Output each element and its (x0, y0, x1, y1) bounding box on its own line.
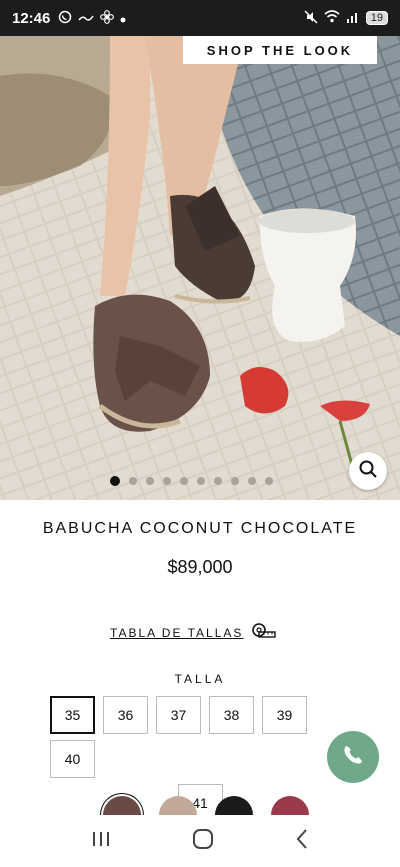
carousel-dot[interactable] (146, 477, 154, 485)
size-guide-label: TABLA DE TALLAS (110, 625, 244, 640)
signal-icon (346, 11, 360, 26)
whatsapp-icon (58, 10, 72, 27)
carousel-dot[interactable] (129, 477, 137, 485)
recent-apps-icon[interactable] (90, 829, 112, 854)
size-option-35[interactable]: 35 (50, 696, 95, 734)
carousel-dots (110, 476, 273, 486)
zoom-button[interactable] (349, 452, 387, 490)
carousel-dot[interactable] (214, 477, 222, 485)
wifi-icon (324, 10, 340, 26)
size-guide-link[interactable]: TABLA DE TALLAS (110, 620, 277, 645)
size-option-40[interactable]: 40 (50, 740, 95, 778)
measuring-tape-icon (251, 620, 277, 645)
size-option-38[interactable]: 38 (209, 696, 254, 734)
wave-icon (78, 11, 94, 26)
product-photo (0, 36, 400, 500)
battery-indicator: 19 (365, 11, 388, 25)
carousel-dot[interactable] (180, 477, 188, 485)
size-option-36[interactable]: 36 (103, 696, 148, 734)
status-time: 12:46 (12, 9, 51, 27)
product-image[interactable] (0, 36, 400, 500)
size-option-37[interactable]: 37 (156, 696, 201, 734)
carousel-dot[interactable] (231, 477, 239, 485)
home-icon[interactable] (192, 828, 214, 855)
carousel-dot[interactable] (197, 477, 205, 485)
carousel-dot[interactable] (248, 477, 256, 485)
system-nav-bar (0, 815, 400, 867)
mute-icon (304, 9, 318, 27)
size-label: TALLA (174, 672, 226, 686)
status-right: 19 (304, 9, 388, 27)
fan-icon (100, 9, 115, 27)
carousel-dot[interactable] (110, 476, 120, 486)
back-icon[interactable] (294, 828, 310, 855)
product-title: BABUCHA COCONUT CHOCOLATE (42, 520, 358, 537)
whatsapp-chat-button[interactable] (327, 731, 379, 783)
size-option-39[interactable]: 39 (262, 696, 307, 734)
product-price: $89,000 (167, 557, 233, 577)
phone-icon (339, 741, 367, 774)
search-icon (358, 459, 378, 484)
carousel-dot[interactable] (265, 477, 273, 485)
status-bar: 12:46 19 (0, 0, 400, 36)
dot-icon (120, 11, 126, 26)
notification-icons (58, 9, 126, 27)
carousel-dot[interactable] (163, 477, 171, 485)
shop-the-look-button[interactable]: SHOP THE LOOK (183, 36, 377, 64)
